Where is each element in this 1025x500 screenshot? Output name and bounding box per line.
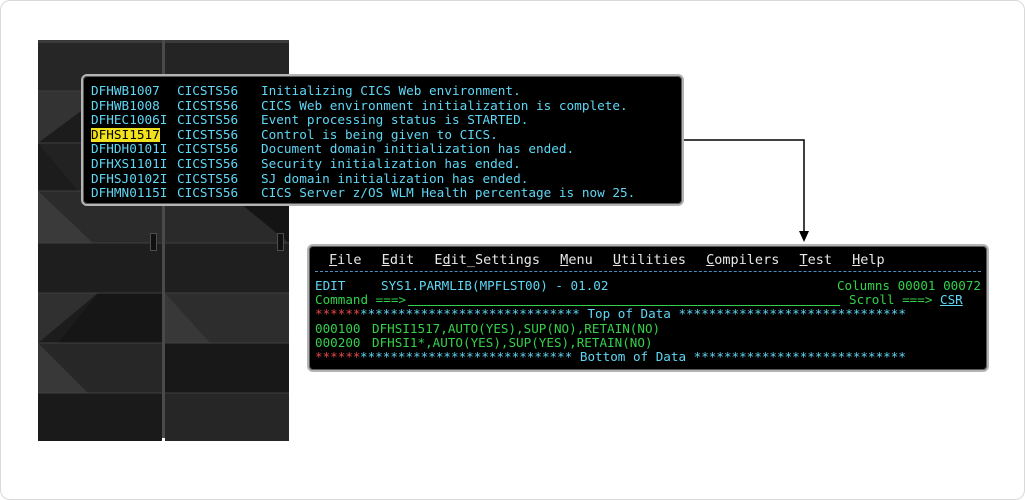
record-line-number[interactable]: 000200	[315, 336, 372, 350]
log-text: Control is being given to CICS.	[261, 126, 498, 142]
bottom-line-marker: ******	[315, 349, 361, 364]
log-system: CICSTS56	[177, 83, 239, 98]
record-text[interactable]: DFHSI1*,AUTO(YES),SUP(YES),RETAIN(NO)	[372, 335, 653, 350]
log-message-id: DFHWB1007	[91, 83, 160, 98]
log-line: DFHDH0101I CICSTS56 Document domain initia…	[91, 142, 635, 157]
log-line: DFHSJ0102I CICSTS56 SJ domain initializati…	[91, 170, 635, 187]
console-log-lines: DFHWB1007 CICSTS56 Initializing CICS Web e…	[91, 83, 636, 201]
top-line-marker: ******	[315, 306, 361, 321]
data-record-row[interactable]: 000200 DFHSI1*,AUTO(YES),SUP(YES),RETAIN(…	[315, 336, 981, 350]
log-text: Document domain initialization has ended…	[261, 141, 575, 157]
scroll-prompt: Scroll ===>	[849, 292, 933, 307]
ispf-menu-bar: File Edit Edit_Settings Menu Utilities C…	[329, 251, 897, 269]
log-line: DFHXS1101I CICSTS56 Security initializatio…	[91, 155, 635, 172]
log-line: DFHWB1008 CICSTS56 CICS Web environment in…	[91, 97, 635, 114]
log-system: CICSTS56	[177, 185, 239, 201]
menu-file[interactable]: File	[329, 251, 362, 269]
log-text: Initializing CICS Web environment.	[261, 83, 521, 98]
bottom-of-data-row: ********************************** Botto…	[315, 350, 981, 364]
menu-menu[interactable]: Menu	[560, 251, 593, 269]
log-message-id: DFHWB1008	[91, 97, 160, 113]
log-message-id: DFHMN0115I	[91, 185, 168, 201]
menu-edit-settings[interactable]: Edit_Settings	[434, 251, 540, 269]
command-row: Command ===> Scroll ===> CSR	[315, 293, 981, 307]
log-text: Event processing status is STARTED.	[261, 112, 529, 128]
top-of-data-banner: ***************************** Top of Dat…	[360, 306, 906, 321]
log-line-highlighted: DFHSI1517 CICSTS56 Control is being given …	[91, 126, 635, 143]
edit-mode: EDIT	[315, 278, 346, 293]
highlighted-message-id: DFHSI1517	[91, 126, 160, 143]
log-line: DFHEC1006I CICSTS56 Event processing statu…	[91, 112, 635, 128]
menu-edit[interactable]: Edit	[382, 251, 415, 269]
log-system: CICSTS56	[177, 170, 239, 186]
log-message-id: DFHSJ0102I	[91, 170, 168, 186]
scroll-input[interactable]: CSR	[940, 293, 978, 307]
log-line: DFHMN0115I CICSTS56 CICS Server z/OS WLM H…	[91, 185, 636, 201]
log-system: CICSTS56	[177, 126, 239, 142]
console-log-window: DFHWB1007 CICSTS56 Initializing CICS Web e…	[81, 74, 684, 206]
record-line-number[interactable]: 000100	[315, 322, 372, 336]
columns-indicator: Columns 00001 00072	[836, 278, 981, 293]
log-text: SJ domain initialization has ended.	[261, 170, 529, 186]
log-text: CICS Server z/OS WLM Health percentage i…	[261, 185, 636, 201]
command-prompt: Command ===>	[315, 292, 406, 307]
log-system: CICSTS56	[177, 97, 239, 113]
edit-header-row: EDIT SYS1.PARMLIB(MPFLST00) - 01.02 Colum…	[315, 279, 981, 293]
menu-test[interactable]: Test	[799, 251, 832, 269]
log-message-id: DFHDH0101I	[91, 141, 168, 157]
menu-divider	[315, 271, 981, 272]
ispf-editor-window: File Edit Edit_Settings Menu Utilities C…	[307, 244, 989, 372]
record-text[interactable]: DFHSI1517,AUTO(YES),SUP(NO),RETAIN(NO)	[372, 321, 660, 336]
menu-compilers[interactable]: Compilers	[706, 251, 779, 269]
menu-help[interactable]: Help	[852, 251, 885, 269]
command-input[interactable]	[408, 293, 840, 306]
dataset-name: SYS1.PARMLIB(MPFLST00) - 01.02	[381, 278, 609, 293]
bottom-of-data-banner: **************************** Bottom of D…	[360, 349, 906, 364]
scroll-field: Scroll ===> CSR	[849, 293, 978, 307]
data-record-row[interactable]: 000100 DFHSI1517,AUTO(YES),SUP(NO),RETAIN…	[315, 322, 981, 336]
log-system: CICSTS56	[177, 112, 239, 128]
menu-utilities[interactable]: Utilities	[613, 251, 686, 269]
log-message-id: DFHEC1006I	[91, 112, 168, 128]
top-of-data-row: *********************************** Top …	[315, 307, 981, 321]
log-text: Security initialization has ended.	[261, 155, 521, 171]
log-system: CICSTS56	[177, 155, 239, 171]
log-system: CICSTS56	[177, 141, 239, 157]
log-message-id: DFHXS1101I	[91, 155, 168, 171]
log-line: DFHWB1007 CICSTS56 Initializing CICS Web e…	[91, 83, 635, 99]
arrow-head-icon	[799, 231, 809, 242]
log-text: CICS Web environment initialization is c…	[261, 97, 628, 113]
